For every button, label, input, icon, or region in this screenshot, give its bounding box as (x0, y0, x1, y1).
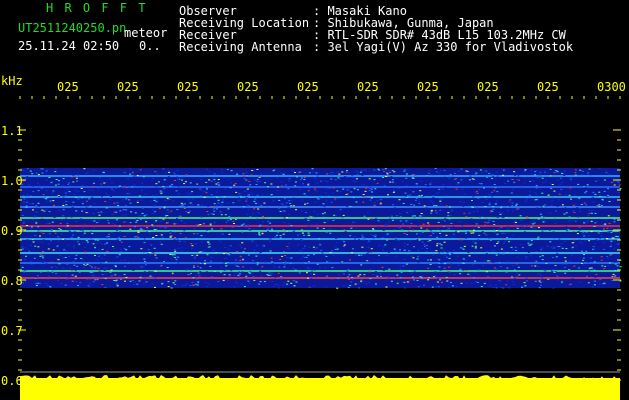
time-tick-label: 025 (477, 80, 499, 94)
y-tick-label: 0.9 (1, 224, 23, 238)
time-tick-label: 0300 (597, 80, 626, 94)
time-tick-label: 025 (417, 80, 439, 94)
hrofft-logo: H R O F F T (46, 1, 148, 15)
y-tick-label: 0.8 (1, 274, 23, 288)
time-tick-label: 025 (297, 80, 319, 94)
y-tick-label: 0.6 (1, 374, 23, 388)
time-tick-label: 025 (237, 80, 259, 94)
datetime-label: 25.11.24 02:50 (18, 39, 120, 53)
meteor-label: meteor (124, 26, 168, 40)
time-tick-label: 025 (357, 80, 379, 94)
filename-label: UT2511240250.pn (18, 21, 127, 35)
time-tick-label: 025 (117, 80, 139, 94)
signal-level-bar (20, 378, 620, 400)
meteor-count: 0.. (139, 39, 161, 53)
y-tick-label: 0.7 (1, 324, 23, 338)
y-axis-unit: kHz (1, 74, 23, 88)
spectrogram (18, 96, 622, 400)
info-label-antenna: Receiving Antenna (179, 40, 302, 54)
time-tick-label: 025 (537, 80, 559, 94)
y-tick-label: 1.1 (1, 124, 23, 138)
time-tick-label: 025 (57, 80, 79, 94)
y-tick-label: 1.0 (1, 174, 23, 188)
info-value-antenna: : 3el Yagi(V) Az 330 for Vladivostok (313, 40, 574, 54)
time-tick-label: 025 (177, 80, 199, 94)
spectrogram-noise (20, 168, 622, 400)
